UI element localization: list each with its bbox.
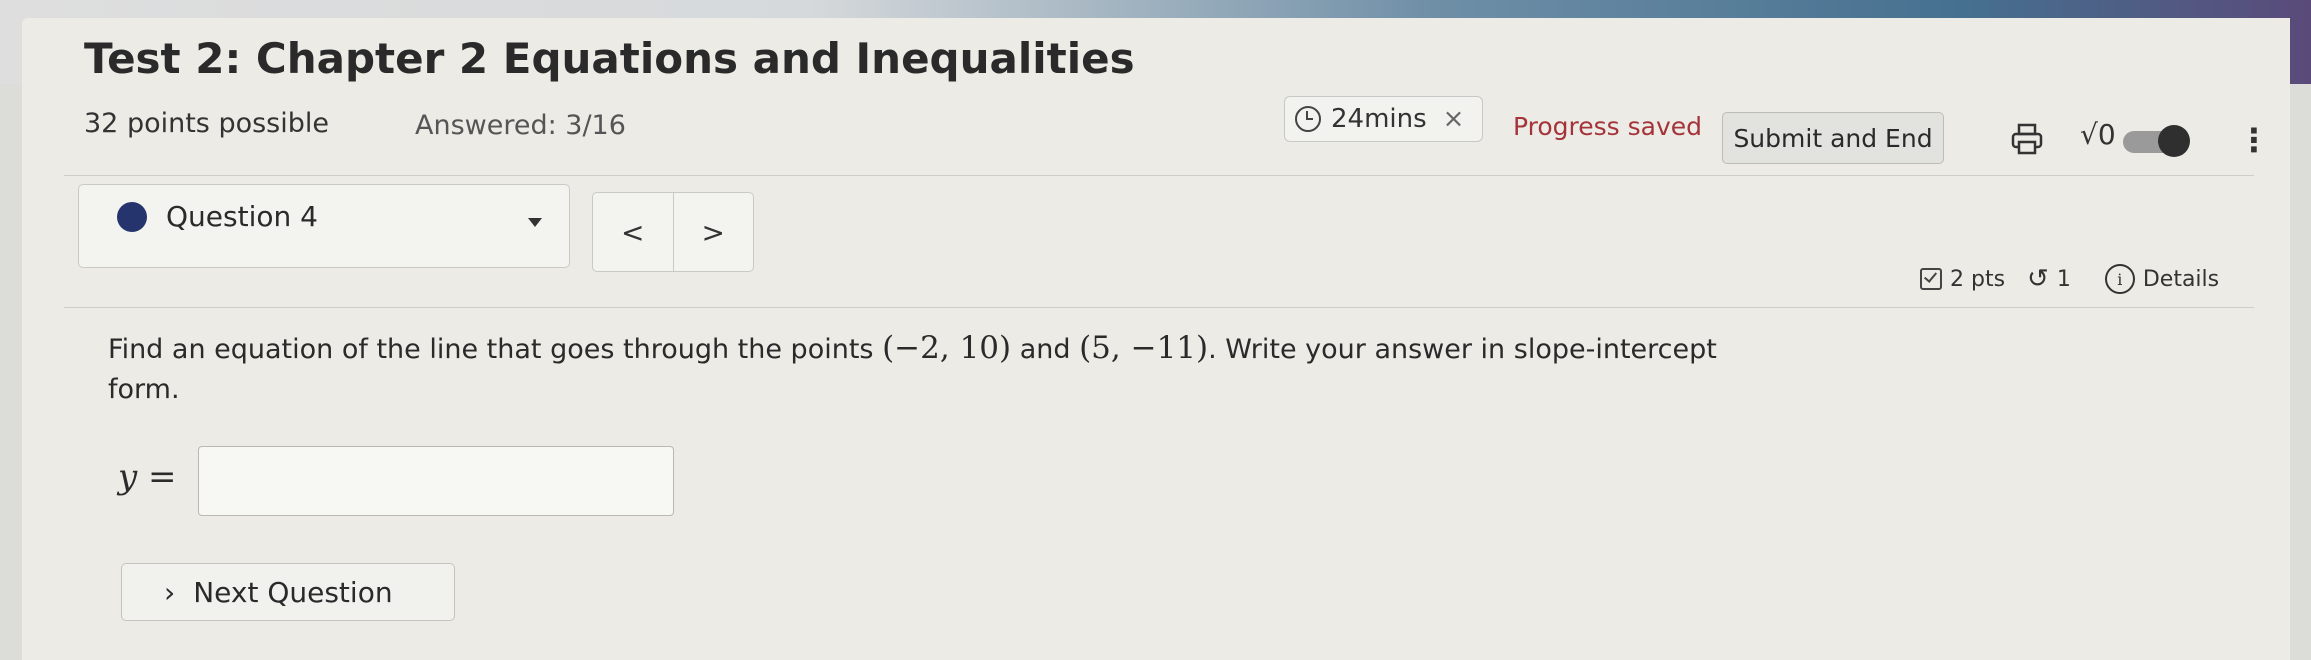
page-title: Test 2: Chapter 2 Equations and Inequali… [84,34,1135,83]
previous-question-button[interactable]: < [593,193,673,271]
question-pager: < > [592,192,754,272]
close-icon[interactable]: × [1443,104,1465,134]
question-status-dot [117,202,147,232]
question-select-label: Question 4 [166,200,318,233]
answer-prefix: y = [118,457,177,497]
submit-and-end-button[interactable]: Submit and End [1722,112,1944,164]
clock-icon [1295,106,1321,132]
details-link[interactable]: Details [2143,267,2219,292]
question-meta: 2 pts ↺ 1 i Details [1920,264,2219,294]
question-select[interactable] [78,184,570,268]
question-points: 2 pts [1950,266,2006,292]
answered-count: Answered: 3/16 [415,110,626,141]
more-options-icon[interactable]: ⋮ [2238,124,2270,156]
next-question-button[interactable]: › Next Question [121,563,455,621]
chevron-right-icon: › [164,575,176,609]
retry-icon: ↺ [2027,264,2049,294]
attempts-count: 1 [2056,266,2071,292]
math-toggle-knob[interactable] [2158,125,2190,157]
math-keyboard-icon[interactable]: √0 [2080,118,2116,151]
checkbox-icon [1920,268,1942,290]
question-text: Find an equation of the line that goes t… [108,328,1728,410]
progress-status: Progress saved [1513,112,1703,141]
points-possible: 32 points possible [84,108,329,139]
divider [64,175,2254,176]
timer-badge[interactable]: 24mins × [1284,96,1484,142]
chevron-down-icon[interactable] [528,218,542,227]
next-question-arrow-button[interactable]: > [672,193,754,271]
printer-icon[interactable] [2010,122,2044,156]
divider [64,307,2254,308]
question-text-part: and [1011,334,1080,365]
point-one: (−2, 10) [882,330,1012,366]
timer-text: 24mins [1331,104,1427,134]
question-text-part: Find an equation of the line that goes t… [108,334,883,365]
next-question-label: Next Question [193,575,393,609]
info-icon[interactable]: i [2104,264,2135,294]
point-two: (5, −11) [1079,330,1209,366]
answer-input[interactable] [198,446,674,516]
